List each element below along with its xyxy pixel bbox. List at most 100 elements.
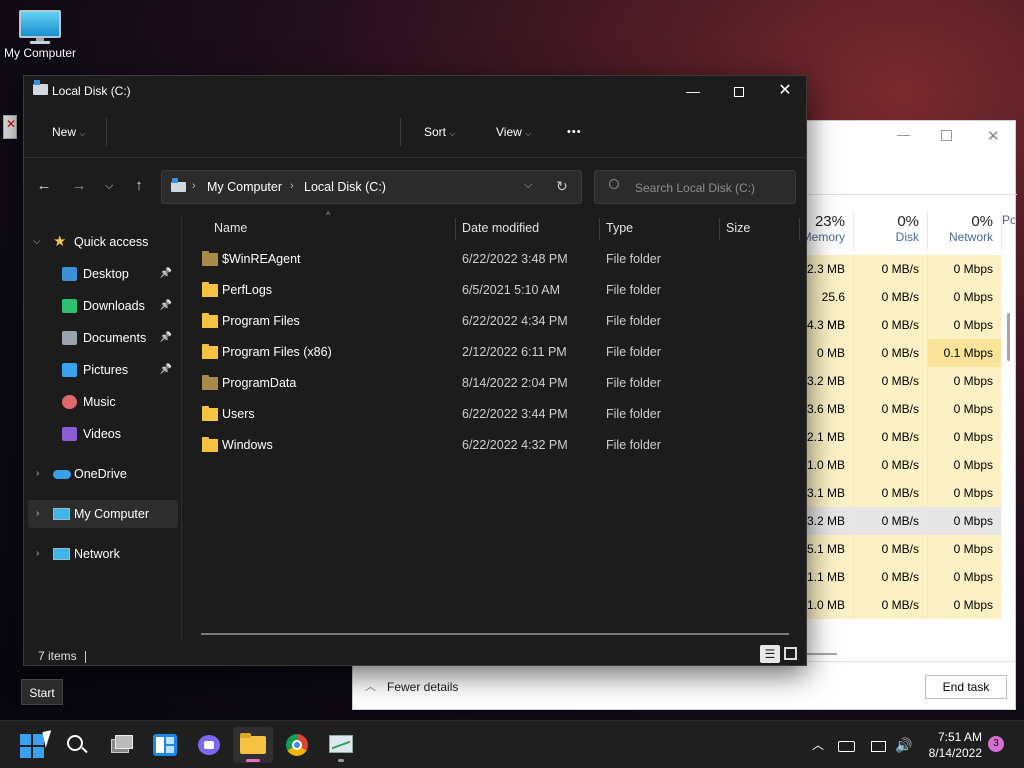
maximize-icon[interactable] xyxy=(941,130,952,141)
sidebar-item-documents[interactable]: Documents 📌 xyxy=(28,324,178,352)
folder-icon xyxy=(202,375,218,390)
taskmgr-cell: 5.1 MB xyxy=(807,535,853,563)
horizontal-scrollbar[interactable] xyxy=(201,633,789,635)
column-header-power[interactable]: Po xyxy=(1001,211,1015,251)
view-label: View xyxy=(496,125,522,139)
large-icons-view-icon[interactable] xyxy=(784,647,797,660)
forward-arrow-icon[interactable]: → xyxy=(67,174,91,198)
fewer-details-link[interactable]: Fewer details xyxy=(387,680,458,694)
file-row[interactable]: PerfLogs 6/5/2021 5:10 AM File folder xyxy=(196,275,800,306)
close-icon[interactable]: ✕ xyxy=(987,127,1000,145)
file-row[interactable]: $WinREAgent 6/22/2022 3:48 PM File folder xyxy=(196,244,800,275)
data-file-icon: ✕ xyxy=(3,115,17,139)
column-divider[interactable] xyxy=(799,218,800,240)
recent-locations-chevron-icon[interactable]: ⌵ xyxy=(97,174,121,198)
column-divider[interactable] xyxy=(455,218,456,240)
address-dropdown-icon[interactable]: ⌵ xyxy=(524,179,532,192)
column-header-network[interactable]: 0% Network xyxy=(927,211,1001,251)
address-bar[interactable]: › My Computer › Local Disk (C:) ⌵ ↻ xyxy=(161,170,582,204)
file-row[interactable]: Program Files 6/22/2022 4:34 PM File folde… xyxy=(196,306,800,337)
file-row[interactable]: Program Files (x86) 2/12/2022 6:11 PM File… xyxy=(196,337,800,368)
clock[interactable]: 7:51 AM 8/14/2022 xyxy=(920,729,982,761)
taskmgr-cell: 1.1 MB xyxy=(807,563,853,591)
minimize-icon[interactable]: — xyxy=(897,127,910,142)
keyboard-icon[interactable] xyxy=(838,721,855,768)
chrome-button[interactable] xyxy=(277,727,317,763)
minimize-icon[interactable]: — xyxy=(670,76,716,106)
taskmgr-cell: 0 MB/s xyxy=(854,395,927,423)
file-date-modified: 6/5/2021 5:10 AM xyxy=(462,283,560,297)
chevron-right-icon[interactable]: › xyxy=(36,500,39,528)
chevron-down-icon: ⌵ xyxy=(449,129,456,138)
windows-logo-icon xyxy=(20,734,44,758)
close-icon[interactable]: ✕ xyxy=(762,76,808,106)
desktop-icon-my-computer[interactable]: My Computer xyxy=(0,10,80,60)
file-row[interactable]: ProgramData 8/14/2022 2:04 PM File folder xyxy=(196,368,800,399)
search-icon xyxy=(609,179,619,189)
file-row[interactable]: Users 6/22/2022 3:44 PM File folder xyxy=(196,399,800,430)
column-header-date-modified[interactable]: Date modified xyxy=(462,214,539,242)
taskmgr-cell: 0 MB/s xyxy=(854,451,927,479)
column-header-name[interactable]: Name xyxy=(214,214,247,242)
column-divider[interactable] xyxy=(719,218,720,240)
taskmgr-cell: 0 MB/s xyxy=(854,339,927,367)
taskbar: ︿ 🔊 7:51 AM 8/14/2022 3 xyxy=(0,720,1024,768)
column-divider[interactable] xyxy=(599,218,600,240)
sidebar-item-network[interactable]: › Network xyxy=(28,540,178,568)
column-header-disk[interactable]: 0% Disk xyxy=(853,211,927,251)
more-options-button[interactable]: ••• xyxy=(567,118,582,146)
taskmgr-cell: 1.0 MB xyxy=(807,451,853,479)
breadcrumb-local-disk[interactable]: Local Disk (C:) xyxy=(304,180,386,194)
search-button[interactable] xyxy=(57,727,97,763)
network-status-icon[interactable] xyxy=(871,721,886,768)
show-hidden-icons-chevron-icon[interactable]: ︿ xyxy=(812,721,824,768)
horizontal-scrollbar[interactable] xyxy=(807,653,837,655)
chevron-down-icon: ⌵ xyxy=(525,129,532,138)
back-arrow-icon[interactable]: ← xyxy=(32,174,56,198)
file-type: File folder xyxy=(606,438,661,452)
file-explorer-taskbar-button[interactable] xyxy=(233,727,273,763)
widgets-button[interactable] xyxy=(145,727,185,763)
toolbar-divider xyxy=(106,118,107,146)
chevron-right-icon[interactable]: › xyxy=(36,460,39,488)
folder-icon xyxy=(240,736,266,754)
sidebar-item-pictures[interactable]: Pictures 📌 xyxy=(28,356,178,384)
sidebar-item-downloads[interactable]: Downloads 📌 xyxy=(28,292,178,320)
details-view-icon[interactable]: ☰ xyxy=(760,645,780,663)
sidebar-item-music[interactable]: Music xyxy=(28,388,178,416)
file-type: File folder xyxy=(606,314,661,328)
file-row[interactable]: Windows 6/22/2022 4:32 PM File folder xyxy=(196,430,800,461)
notification-badge[interactable]: 3 xyxy=(988,736,1004,752)
chevron-down-icon[interactable]: ⌵ xyxy=(33,228,41,256)
maximize-icon[interactable] xyxy=(716,76,762,106)
breadcrumb-separator-icon: › xyxy=(290,180,294,192)
task-view-button[interactable] xyxy=(101,727,141,763)
refresh-icon[interactable]: ↻ xyxy=(556,178,568,195)
sidebar-item-videos[interactable]: Videos xyxy=(28,420,178,448)
taskmgr-cell: 0 MB/s xyxy=(854,563,927,591)
up-arrow-icon[interactable]: ↑ xyxy=(127,174,151,198)
sort-button[interactable]: Sort ⌵ xyxy=(424,118,455,146)
chevron-right-icon[interactable]: › xyxy=(36,540,39,568)
power-label: Po xyxy=(1002,213,1015,227)
sidebar-item-desktop[interactable]: Desktop 📌 xyxy=(28,260,178,288)
file-name: Program Files xyxy=(222,314,300,328)
column-header-type[interactable]: Type xyxy=(606,214,633,242)
new-button[interactable]: New ⌵ xyxy=(52,118,85,146)
teams-chat-button[interactable] xyxy=(189,727,229,763)
volume-icon[interactable]: 🔊 xyxy=(895,721,912,768)
taskmgr-cell: 1.0 MB xyxy=(807,591,853,619)
column-header-size[interactable]: Size xyxy=(726,214,750,242)
view-button[interactable]: View ⌵ xyxy=(496,118,531,146)
sidebar-item-my-computer[interactable]: › My Computer xyxy=(28,500,178,528)
file-explorer-window[interactable]: Local Disk (C:) — ✕ New ⌵ Sort ⌵ View ⌵ … xyxy=(23,75,807,666)
sidebar-item-onedrive[interactable]: › OneDrive xyxy=(28,460,178,488)
task-manager-taskbar-button[interactable] xyxy=(321,727,361,763)
memory-column: 2.3 MB25.6 MB4.3 MB0 MB3.2 MB3.6 MB2.1 M… xyxy=(807,255,853,619)
breadcrumb-my-computer[interactable]: My Computer xyxy=(207,180,282,194)
sidebar-item-quick-access[interactable]: ⌵ ★ Quick access xyxy=(28,228,178,256)
chevron-up-icon[interactable]: ︿ xyxy=(365,678,376,694)
search-box[interactable]: Search Local Disk (C:) xyxy=(594,170,796,204)
end-task-button[interactable]: End task xyxy=(925,675,1007,699)
vertical-scrollbar[interactable] xyxy=(1007,313,1010,361)
